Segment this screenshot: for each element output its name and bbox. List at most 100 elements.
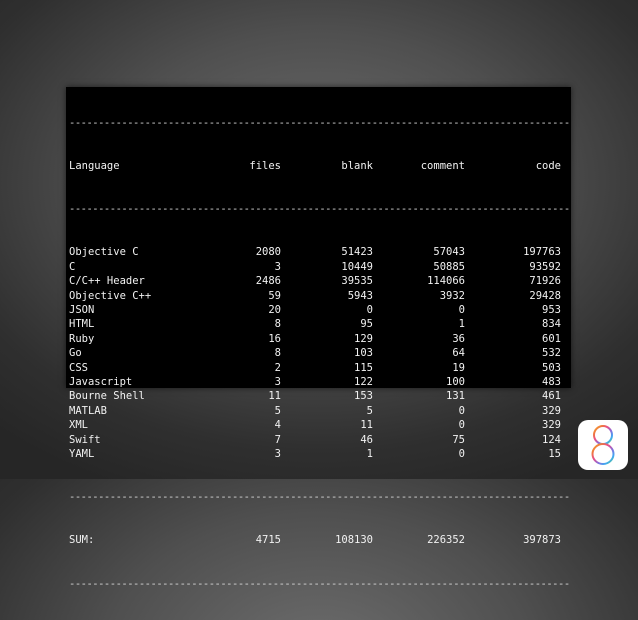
- language-cell: CSS: [69, 361, 88, 374]
- comment-cell: 1: [458, 318, 465, 331]
- comment-cell: 50885: [433, 260, 465, 273]
- code-cell: 15: [548, 447, 561, 460]
- blank-cell: 11: [360, 419, 373, 432]
- code-cell: 483: [542, 375, 561, 388]
- table-row: Go 8 103 64 532: [69, 346, 569, 360]
- header-files: files: [249, 160, 281, 173]
- language-cell: JSON: [69, 303, 95, 316]
- language-cell: Swift: [69, 433, 101, 446]
- language-cell: C: [69, 260, 76, 273]
- divider-bottom: ----------------------------------------…: [69, 577, 569, 590]
- files-cell: 2080: [255, 246, 281, 259]
- language-cell: Objective C: [69, 246, 139, 259]
- language-cell: Ruby: [69, 332, 95, 345]
- files-cell: 4: [274, 419, 281, 432]
- language-cell: Bourne Shell: [69, 390, 145, 403]
- comment-cell: 3932: [439, 289, 465, 302]
- language-cell: Objective C++: [69, 289, 152, 302]
- blank-cell: 129: [354, 332, 373, 345]
- code-cell: 834: [542, 318, 561, 331]
- table-row: HTML 8 95 1 834: [69, 317, 569, 331]
- table-row: YAML 3 1 0 15: [69, 447, 569, 461]
- divider-header: ----------------------------------------…: [69, 203, 569, 216]
- code-cell: 503: [542, 361, 561, 374]
- files-cell: 5: [274, 404, 281, 417]
- comment-cell: 100: [446, 375, 465, 388]
- blank-cell: 0: [366, 303, 373, 316]
- blank-cell: 39535: [341, 275, 373, 288]
- table-body: Objective C 2080 51423 57043 197763 C 3 10449 50…: [69, 245, 569, 461]
- header-comment: comment: [420, 160, 465, 173]
- language-cell: YAML: [69, 447, 95, 460]
- divider-top: ----------------------------------------…: [69, 116, 569, 129]
- language-cell: Javascript: [69, 375, 133, 388]
- comment-cell: 36: [452, 332, 465, 345]
- files-cell: 3: [274, 375, 281, 388]
- blank-cell: 115: [354, 361, 373, 374]
- table-row: MATLAB 5 5 0 329: [69, 404, 569, 418]
- files-cell: 3: [274, 260, 281, 273]
- code-cell: 124: [542, 433, 561, 446]
- comment-cell: 0: [458, 303, 465, 316]
- files-cell: 7: [274, 433, 281, 446]
- blank-cell: 1: [366, 447, 373, 460]
- table-row: Swift 7 46 75 124: [69, 433, 569, 447]
- language-cell: HTML: [69, 318, 95, 331]
- header-code: code: [535, 160, 561, 173]
- header-blank: blank: [341, 160, 373, 173]
- comment-cell: 131: [446, 390, 465, 403]
- table-row: Objective C 2080 51423 57043 197763: [69, 245, 569, 259]
- files-cell: 8: [274, 318, 281, 331]
- blank-cell: 10449: [341, 260, 373, 273]
- language-cell: MATLAB: [69, 404, 107, 417]
- code-cell: 601: [542, 332, 561, 345]
- cloc-output: ----------------------------------------…: [69, 87, 569, 620]
- table-row: C/C++ Header 2486 39535 114066 71926: [69, 274, 569, 288]
- sum-code: 397873: [523, 534, 561, 547]
- table-row: XML 4 11 0 329: [69, 418, 569, 432]
- sum-blank: 108130: [335, 534, 373, 547]
- blank-cell: 51423: [341, 246, 373, 259]
- comment-cell: 75: [452, 433, 465, 446]
- table-row: Objective C++ 59 5943 3932 29428: [69, 289, 569, 303]
- files-cell: 2: [274, 361, 281, 374]
- comment-cell: 0: [458, 447, 465, 460]
- comment-cell: 19: [452, 361, 465, 374]
- table-row: JSON 20 0 0 953: [69, 303, 569, 317]
- language-cell: C/C++ Header: [69, 275, 145, 288]
- files-cell: 11: [268, 390, 281, 403]
- files-cell: 59: [268, 289, 281, 302]
- table-row: Bourne Shell 11 153 131 461: [69, 389, 569, 403]
- terminal-window: ----------------------------------------…: [66, 87, 571, 590]
- ios8-logo: [578, 420, 628, 470]
- blank-cell: 153: [354, 390, 373, 403]
- files-cell: 8: [274, 347, 281, 360]
- blank-cell: 46: [360, 433, 373, 446]
- ios8-logo-icon: [591, 425, 615, 465]
- blank-cell: 103: [354, 347, 373, 360]
- sum-comment: 226352: [427, 534, 465, 547]
- code-cell: 329: [542, 404, 561, 417]
- code-cell: 71926: [529, 275, 561, 288]
- code-cell: 461: [542, 390, 561, 403]
- comment-cell: 57043: [433, 246, 465, 259]
- language-cell: XML: [69, 419, 88, 432]
- code-cell: 93592: [529, 260, 561, 273]
- comment-cell: 0: [458, 404, 465, 417]
- header-language: Language: [69, 160, 120, 173]
- table-row: C 3 10449 50885 93592: [69, 260, 569, 274]
- sum-row: SUM: 4715 108130 226352 397873: [69, 533, 569, 547]
- files-cell: 20: [268, 303, 281, 316]
- sum-label: SUM:: [69, 534, 95, 547]
- table-row: Ruby 16 129 36 601: [69, 332, 569, 346]
- slide: { "table": { "rule": "------------------…: [0, 0, 638, 590]
- blank-cell: 122: [354, 375, 373, 388]
- table-row: Javascript 3 122 100 483: [69, 375, 569, 389]
- comment-cell: 114066: [427, 275, 465, 288]
- code-cell: 197763: [523, 246, 561, 259]
- comment-cell: 0: [458, 419, 465, 432]
- header-row: Language files blank comment code: [69, 159, 569, 173]
- code-cell: 29428: [529, 289, 561, 302]
- language-cell: Go: [69, 347, 82, 360]
- code-cell: 329: [542, 419, 561, 432]
